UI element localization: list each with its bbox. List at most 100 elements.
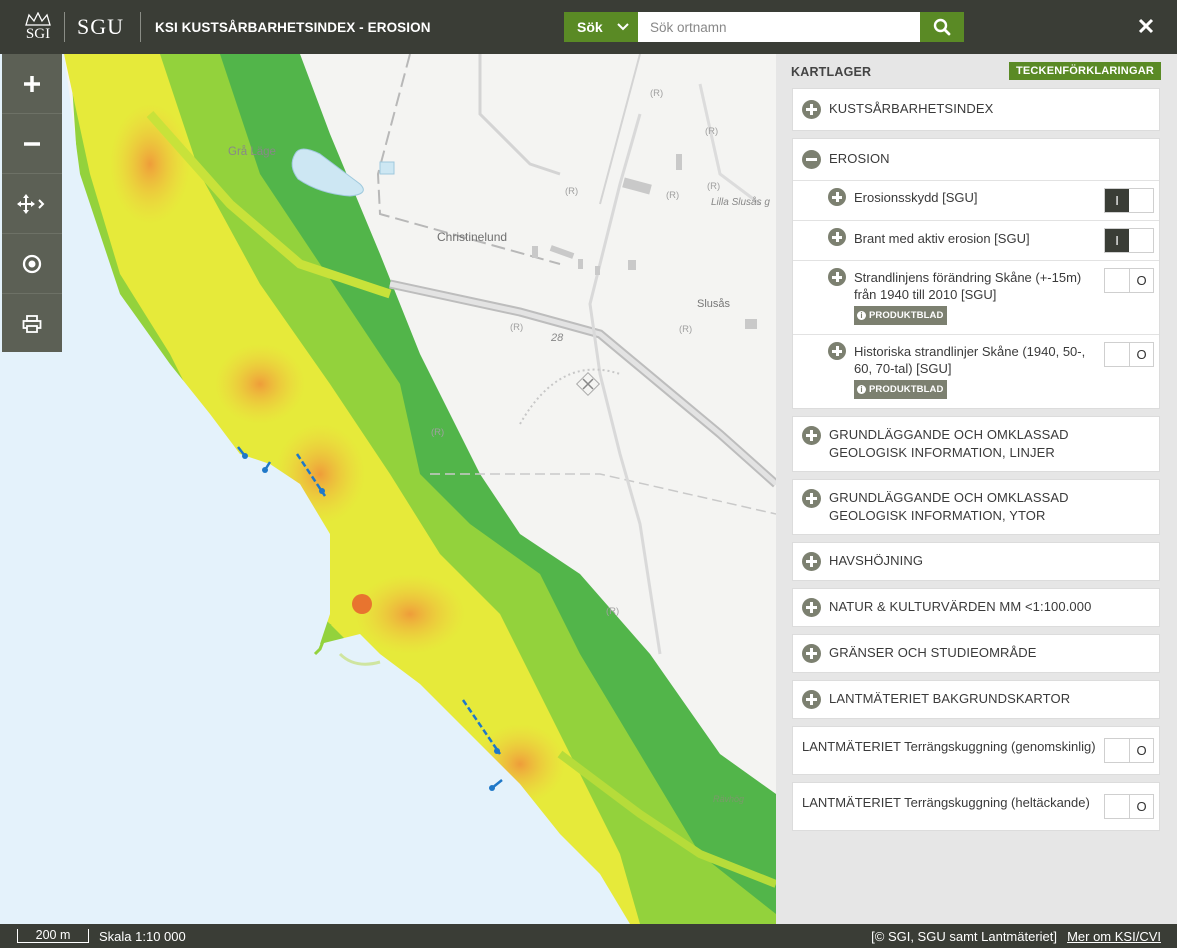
layer-label: Historiska strandlinjer Skåne (1940, 50-…	[854, 344, 1086, 376]
layer-group: GRUNDLÄGGANDE OCH OMKLASSAD GEOLOGISK IN…	[792, 416, 1160, 472]
map-label-r: (R)	[705, 126, 718, 137]
standalone-layer: LANTMÄTERIET Terrängskuggning (heltäckan…	[792, 782, 1160, 831]
layer-group-header[interactable]: NATUR & KULTURVÄRDEN MM <1:100.000	[793, 589, 1159, 626]
expand-plus-icon[interactable]	[828, 268, 846, 286]
building	[628, 260, 636, 270]
badge-label: PRODUKTBLAD	[869, 384, 944, 395]
status-bar: 200 m Skala 1:10 000 [© SGI, SGU samt La…	[0, 924, 1177, 948]
search-icon	[933, 18, 951, 36]
hotspot	[352, 594, 372, 614]
map-label-road-28: 28	[550, 332, 564, 344]
expand-plus-icon[interactable]	[802, 426, 821, 445]
map-view[interactable]: Grå Läge Christinelund Lilla Slusås g Sl…	[0, 54, 776, 924]
layer-group-label: NATUR & KULTURVÄRDEN MM <1:100.000	[829, 599, 1092, 614]
erosion-protection-line	[262, 467, 268, 473]
layer-group-header[interactable]: LANTMÄTERIET BAKGRUNDSKARTOR	[793, 681, 1159, 718]
toggle-on-blank	[1105, 795, 1129, 818]
layer-label: LANTMÄTERIET Terrängskuggning (genomskin…	[802, 739, 1096, 754]
layer-group: GRUNDLÄGGANDE OCH OMKLASSAD GEOLOGISK IN…	[792, 479, 1160, 535]
pan-button[interactable]	[2, 174, 62, 234]
zoom-out-button[interactable]	[2, 114, 62, 174]
sgi-crown-icon	[25, 11, 51, 26]
hotspot	[355, 574, 465, 654]
info-icon: i	[857, 311, 866, 320]
map-label-gra-lage: Grå Läge	[228, 146, 276, 158]
toggle-off-blank	[1129, 229, 1153, 252]
layer-group-header[interactable]: GRUNDLÄGGANDE OCH OMKLASSAD GEOLOGISK IN…	[793, 480, 1159, 534]
layer-toggle[interactable]: O	[1104, 794, 1154, 819]
expand-plus-icon[interactable]	[802, 552, 821, 571]
toggle-on-blank	[1105, 739, 1129, 762]
layer-group-header[interactable]: EROSION	[793, 139, 1159, 180]
header-bar: SGI SGU KSI KUSTSÅRBARHETSINDEX - EROSIO…	[0, 0, 1177, 54]
layer-toggle[interactable]: O	[1104, 738, 1154, 763]
layer-group-label: GRÄNSER OCH STUDIEOMRÅDE	[829, 645, 1037, 660]
layer-group-header[interactable]: KUSTSÅRBARHETSINDEX	[793, 89, 1159, 130]
collapse-minus-icon[interactable]	[802, 150, 821, 169]
expand-plus-icon[interactable]	[802, 489, 821, 508]
layer-item: LANTMÄTERIET Terrängskuggning (heltäckan…	[793, 783, 1159, 830]
toggle-off: O	[1129, 739, 1153, 762]
more-info-link[interactable]: Mer om KSI/CVI	[1067, 929, 1161, 944]
pond	[379, 161, 395, 175]
layer-toggle[interactable]: O	[1104, 342, 1154, 367]
expand-plus-icon[interactable]	[802, 644, 821, 663]
product-sheet-badge[interactable]: i PRODUKTBLAD	[854, 306, 948, 325]
map-label-r: (R)	[431, 427, 444, 438]
search-button[interactable]	[920, 12, 964, 42]
layer-group-label: KUSTSÅRBARHETSINDEX	[829, 101, 994, 116]
building	[745, 319, 757, 329]
toggle-off: O	[1129, 795, 1153, 818]
layer-toggle[interactable]: I	[1104, 188, 1154, 213]
plus-icon	[24, 75, 40, 92]
toggle-on: I	[1105, 189, 1129, 212]
product-sheet-badge[interactable]: i PRODUKTBLAD	[854, 380, 948, 399]
move-icon	[17, 193, 45, 214]
locate-button[interactable]	[2, 234, 62, 294]
scale-bar-label: 200 m	[35, 928, 71, 942]
layer-group-label: LANTMÄTERIET BAKGRUNDSKARTOR	[829, 691, 1071, 706]
layer-item: Historiska strandlinjer Skåne (1940, 50-…	[793, 334, 1159, 408]
layer-item: Erosionsskydd [SGU] I	[793, 180, 1159, 220]
target-icon	[22, 254, 42, 273]
search-type-dropdown[interactable]: Sök	[564, 12, 638, 42]
layer-group: KUSTSÅRBARHETSINDEX	[792, 88, 1160, 131]
minus-icon	[24, 141, 40, 146]
map-label-r: (R)	[510, 322, 523, 333]
sgu-logo[interactable]: SGU	[77, 14, 124, 40]
print-button[interactable]	[2, 294, 62, 354]
search-type-label: Sök	[577, 19, 603, 35]
map-label-r: (R)	[707, 181, 720, 192]
scale-bar: 200 m	[17, 929, 89, 943]
layer-panel: KARTLAGER TECKENFÖRKLARINGAR KUSTSÅRBARH…	[776, 54, 1177, 924]
badge-label: PRODUKTBLAD	[869, 310, 944, 321]
print-icon	[22, 315, 42, 333]
sgi-logo[interactable]: SGI	[14, 5, 62, 49]
expand-plus-icon[interactable]	[802, 598, 821, 617]
map-label-ravhog: Rävhög	[713, 794, 744, 804]
layer-group-label: HAVSHÖJNING	[829, 553, 924, 568]
layer-toggle[interactable]: O	[1104, 268, 1154, 293]
layer-group-erosion: EROSION Erosionsskydd [SGU] I Brant med …	[792, 138, 1160, 409]
expand-plus-icon[interactable]	[802, 690, 821, 709]
expand-plus-icon[interactable]	[828, 342, 846, 360]
layer-toggle[interactable]: I	[1104, 228, 1154, 253]
search-input[interactable]	[638, 12, 920, 42]
map-canvas: Grå Läge Christinelund Lilla Slusås g Sl…	[0, 54, 776, 924]
layer-group-header[interactable]: HAVSHÖJNING	[793, 543, 1159, 580]
layer-group: GRÄNSER OCH STUDIEOMRÅDE	[792, 634, 1160, 673]
layer-item: LANTMÄTERIET Terrängskuggning (genomskin…	[793, 727, 1159, 774]
building	[578, 259, 583, 269]
layer-group-label: GRUNDLÄGGANDE OCH OMKLASSAD GEOLOGISK IN…	[829, 490, 1069, 523]
expand-plus-icon[interactable]	[828, 188, 846, 206]
layer-group-label: GRUNDLÄGGANDE OCH OMKLASSAD GEOLOGISK IN…	[829, 427, 1069, 460]
layer-group-header[interactable]: GRUNDLÄGGANDE OCH OMKLASSAD GEOLOGISK IN…	[793, 417, 1159, 471]
expand-plus-icon[interactable]	[828, 228, 846, 246]
toggle-on-blank	[1105, 269, 1129, 292]
zoom-in-button[interactable]	[2, 54, 62, 114]
expand-plus-icon[interactable]	[802, 100, 821, 119]
layer-group-header[interactable]: GRÄNSER OCH STUDIEOMRÅDE	[793, 635, 1159, 672]
layer-item: Strandlinjens förändring Skåne (+-15m) f…	[793, 260, 1159, 334]
legend-button[interactable]: TECKENFÖRKLARINGAR	[1008, 62, 1161, 80]
close-button[interactable]	[1135, 14, 1157, 38]
